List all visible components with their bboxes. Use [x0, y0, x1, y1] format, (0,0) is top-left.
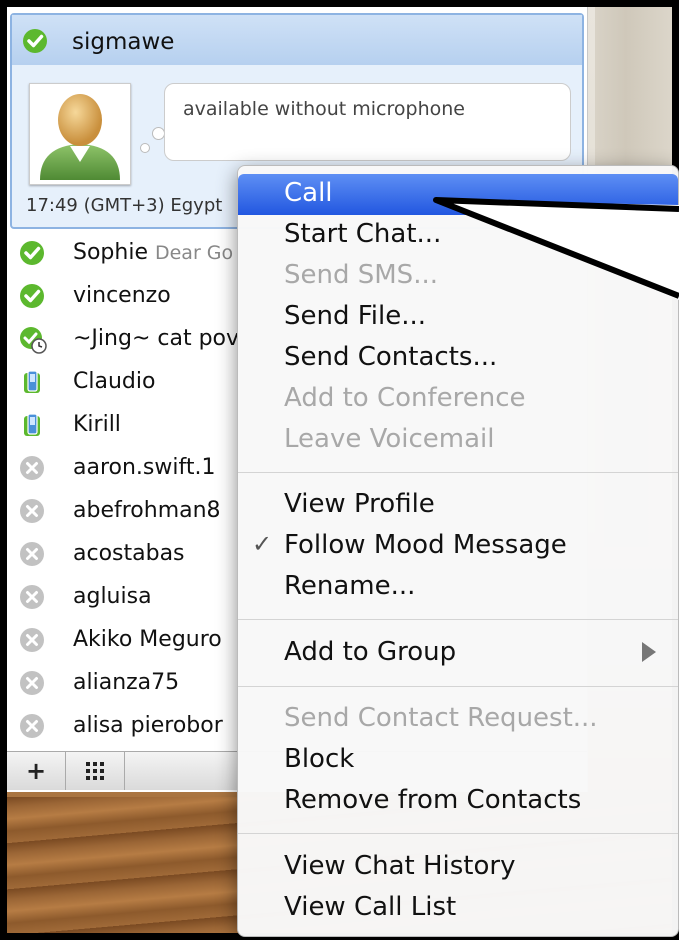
contact-name: Kirill — [73, 412, 121, 437]
menu-item-add-to-group[interactable]: Add to Group — [238, 633, 678, 674]
contact-name: alianza75 — [73, 670, 180, 695]
offline-status-icon — [19, 584, 45, 610]
offline-status-icon — [19, 455, 45, 481]
menu-item-send-contacts[interactable]: Send Contacts... — [238, 338, 678, 379]
contact-name: abefrohman8 — [73, 498, 221, 523]
dialpad-icon — [86, 762, 104, 780]
submenu-arrow-icon — [642, 642, 656, 662]
menu-item-start-chat[interactable]: Start Chat... — [238, 215, 678, 256]
offline-status-icon — [19, 541, 45, 567]
online-status-icon — [19, 283, 45, 309]
menu-item-leave-voicemail[interactable]: Leave Voicemail — [238, 420, 678, 461]
contact-name: ~Jing~ cat pov — [73, 326, 240, 351]
offline-status-icon — [19, 670, 45, 696]
online-status-icon — [19, 240, 45, 266]
offline-status-icon — [19, 627, 45, 653]
contact-name: agluisa — [73, 584, 152, 609]
local-time-location: 17:49 (GMT+3) Egypt — [26, 195, 223, 216]
contact-name: aaron.swift.1 — [73, 455, 216, 480]
mood-message-text: available without microphone — [183, 98, 465, 120]
menu-item-view-chat-history[interactable]: View Chat History — [238, 847, 678, 888]
thought-bubble-dot — [140, 143, 150, 153]
menu-item-view-call-list[interactable]: View Call List — [238, 888, 678, 929]
avatar[interactable] — [29, 83, 131, 185]
menu-item-view-profile[interactable]: View Profile — [238, 485, 678, 526]
menu-item-remove-from-contacts[interactable]: Remove from Contacts — [238, 781, 678, 822]
contact-name: alisa pierobor — [73, 713, 223, 738]
contact-name: acostabas — [73, 541, 185, 566]
selected-contact-header[interactable]: sigmawe — [12, 15, 582, 65]
menu-item-send-contact-request[interactable]: Send Contact Request... — [238, 699, 678, 740]
menu-separator — [238, 472, 678, 473]
menu-item-send-file[interactable]: Send File... — [238, 297, 678, 338]
away-status-icon — [19, 326, 47, 354]
offline-status-icon — [19, 713, 45, 739]
menu-item-block[interactable]: Block — [238, 740, 678, 781]
checkmark-icon: ✓ — [252, 530, 273, 558]
mobile-status-icon — [19, 369, 45, 395]
contact-name: vincenzo — [73, 283, 171, 308]
selected-contact-name: sigmawe — [72, 29, 175, 55]
default-avatar-icon — [40, 94, 120, 180]
dialpad-button[interactable] — [66, 752, 125, 790]
online-status-icon — [23, 29, 47, 53]
menu-separator — [238, 686, 678, 687]
menu-separator — [238, 619, 678, 620]
menu-separator — [238, 833, 678, 834]
offline-status-icon — [19, 498, 45, 524]
contact-name: Akiko Meguro — [73, 627, 222, 652]
mood-message-bubble[interactable]: available without microphone — [164, 83, 571, 161]
menu-item-send-sms[interactable]: Send SMS... — [238, 256, 678, 297]
menu-item-add-to-conference[interactable]: Add to Conference — [238, 379, 678, 420]
contact-context-menu: Call Start Chat... Send SMS... Send File… — [237, 165, 679, 937]
menu-item-call[interactable]: Call — [238, 174, 678, 215]
contact-name: Sophie Dear Go — [73, 240, 234, 265]
add-contact-button[interactable]: + — [7, 752, 66, 790]
menu-item-follow-mood-message[interactable]: ✓ Follow Mood Message — [238, 526, 678, 567]
contact-name: Claudio — [73, 369, 156, 394]
menu-item-rename[interactable]: Rename... — [238, 567, 678, 608]
contact-mood: Dear Go — [154, 242, 234, 264]
mobile-status-icon — [19, 412, 45, 438]
